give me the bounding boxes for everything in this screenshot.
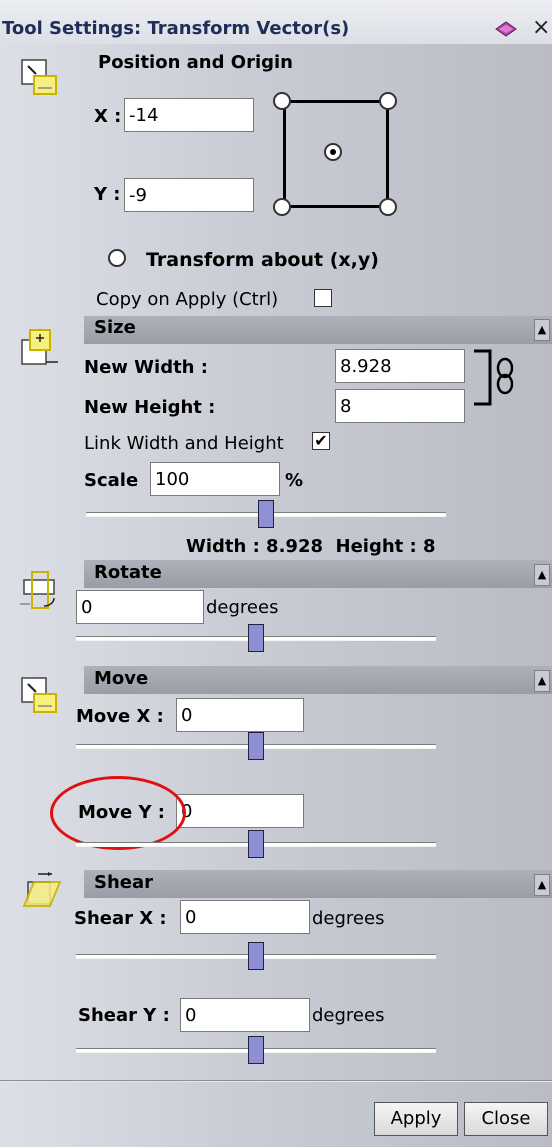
close-icon[interactable]: ×: [532, 15, 550, 40]
shear-x-unit: degrees: [312, 908, 385, 929]
origin-handle-top-left[interactable]: [273, 92, 291, 110]
move-section-header[interactable]: [84, 666, 552, 694]
move-y-input[interactable]: [176, 794, 304, 828]
new-width-label: New Width :: [84, 357, 208, 378]
move-collapse-button[interactable]: ▲: [534, 670, 550, 692]
rotate-collapse-button[interactable]: ▲: [534, 564, 550, 586]
move-y-highlight-circle: [50, 776, 186, 850]
shear-x-slider-thumb[interactable]: [248, 942, 264, 970]
pin-icon[interactable]: [494, 20, 518, 38]
rotate-section-icon: [20, 571, 55, 609]
apply-button[interactable]: Apply: [374, 1102, 458, 1136]
move-y-slider-thumb[interactable]: [248, 830, 264, 858]
size-summary: Width : 8.928 Height : 8: [186, 536, 436, 557]
size-section-icon: [21, 329, 58, 365]
window-title: Tool Settings: Transform Vector(s): [2, 18, 350, 39]
new-height-input[interactable]: [335, 389, 465, 423]
size-heading: Size: [94, 317, 136, 338]
origin-handle-bottom-right[interactable]: [379, 198, 397, 216]
shear-x-label: Shear X :: [74, 908, 167, 929]
shear-section-header[interactable]: [84, 870, 552, 898]
new-width-input[interactable]: [335, 349, 465, 383]
shear-heading: Shear: [94, 872, 154, 893]
transform-about-radio[interactable]: [108, 249, 126, 267]
shear-section-icon: [22, 872, 62, 907]
move-heading: Move: [94, 668, 149, 689]
move-x-input[interactable]: [176, 698, 304, 732]
copy-on-apply-checkbox[interactable]: [314, 289, 332, 307]
size-collapse-button[interactable]: ▲: [534, 319, 550, 341]
x-label: X :: [94, 106, 122, 127]
origin-center-dot: [330, 149, 336, 155]
shear-collapse-button[interactable]: ▲: [534, 874, 550, 896]
link-width-height-label: Link Width and Height: [84, 433, 284, 454]
transform-about-label: Transform about (x,y): [146, 249, 379, 271]
close-button[interactable]: Close: [464, 1102, 548, 1136]
footer-divider: [0, 1080, 552, 1082]
link-chain-icon[interactable]: [472, 348, 520, 408]
position-section-icon: [21, 59, 57, 95]
size-section-header[interactable]: [84, 316, 552, 344]
x-input[interactable]: [124, 98, 254, 132]
move-x-slider-thumb[interactable]: [248, 732, 264, 760]
move-section-icon: [21, 677, 57, 713]
rotate-slider-thumb[interactable]: [248, 624, 264, 652]
scale-unit: %: [285, 470, 304, 491]
y-input[interactable]: [124, 178, 254, 212]
shear-x-input[interactable]: [180, 900, 310, 934]
rotate-unit: degrees: [206, 597, 279, 618]
move-x-label: Move X :: [76, 706, 164, 727]
shear-y-label: Shear Y :: [78, 1005, 170, 1026]
shear-y-input[interactable]: [180, 998, 310, 1032]
origin-handle-bottom-left[interactable]: [273, 198, 291, 216]
scale-slider-thumb[interactable]: [258, 500, 274, 528]
position-heading: Position and Origin: [98, 52, 293, 73]
title-bar: Tool Settings: Transform Vector(s) ×: [0, 0, 552, 44]
tool-settings-panel: Tool Settings: Transform Vector(s) × Pos…: [0, 0, 552, 1147]
origin-handle-top-right[interactable]: [379, 92, 397, 110]
shear-y-unit: degrees: [312, 1005, 385, 1026]
new-height-label: New Height :: [84, 397, 216, 418]
scale-label: Scale: [84, 470, 139, 491]
scale-input[interactable]: [150, 462, 280, 496]
shear-y-slider-thumb[interactable]: [248, 1036, 264, 1064]
rotate-input[interactable]: [76, 590, 204, 624]
copy-on-apply-label: Copy on Apply (Ctrl): [96, 289, 279, 310]
y-label: Y :: [94, 184, 121, 205]
link-width-height-checkbox[interactable]: ✔: [312, 432, 330, 450]
rotate-heading: Rotate: [94, 562, 162, 583]
